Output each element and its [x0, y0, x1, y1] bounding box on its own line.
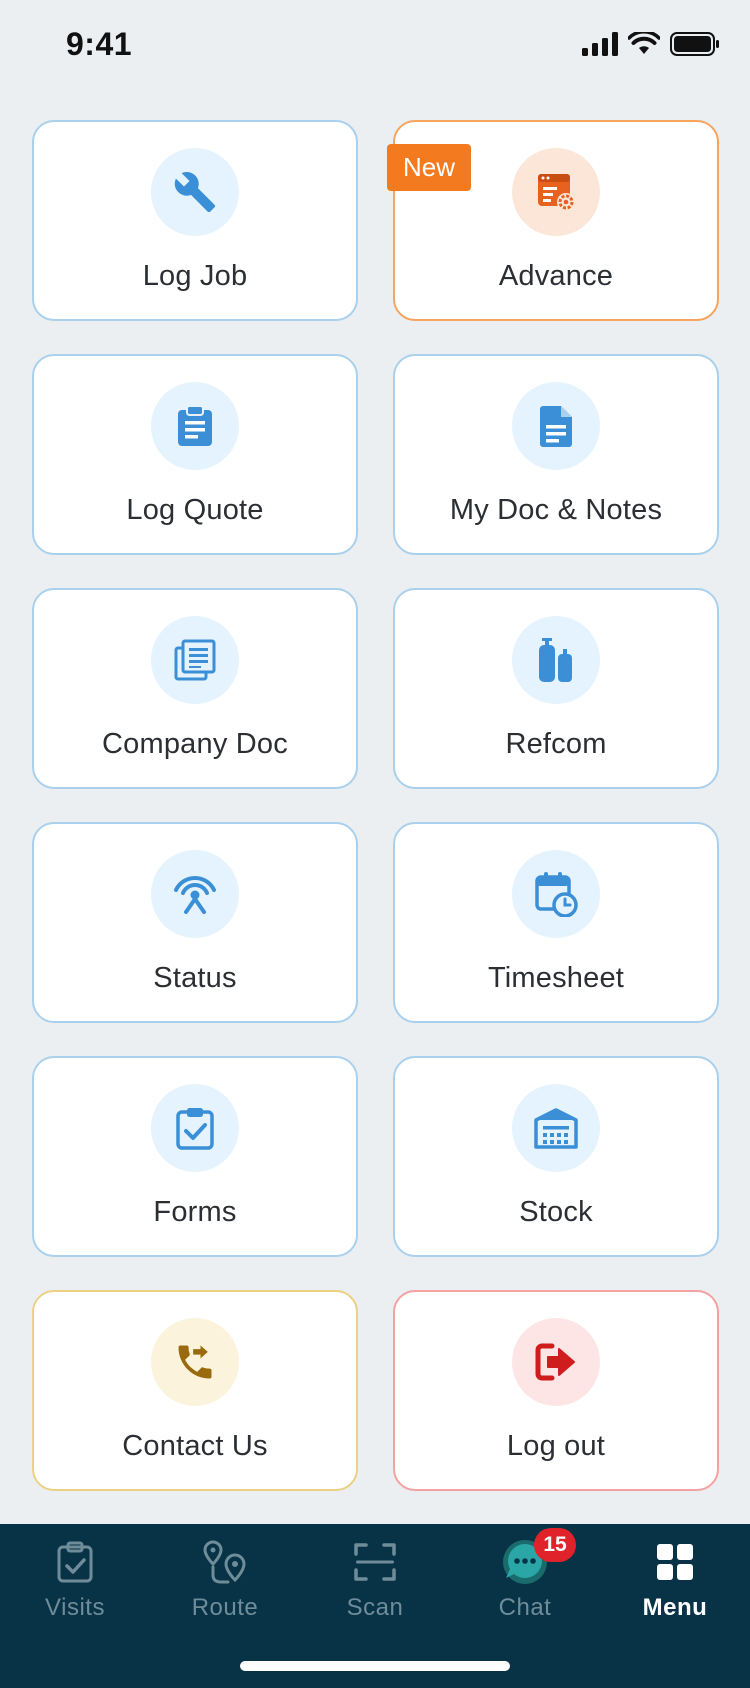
tile-forms[interactable]: Forms: [32, 1056, 358, 1257]
tile-label: Log Quote: [126, 494, 264, 526]
document-icon: [512, 382, 600, 470]
broadcast-icon: [151, 850, 239, 938]
grid-icon: [655, 1538, 695, 1586]
cellular-signal-icon: [582, 31, 618, 61]
settings-window-icon: [512, 148, 600, 236]
status-time: 9:41: [66, 26, 133, 62]
bottom-tab-bar: Visits Route Scan 15 Chat Menu: [0, 1524, 750, 1688]
tile-status[interactable]: Status: [32, 822, 358, 1023]
tab-scan[interactable]: Scan: [300, 1524, 450, 1634]
status-bar: 9:41: [0, 0, 750, 92]
clipboard-icon: [151, 382, 239, 470]
tile-stock[interactable]: Stock: [393, 1056, 719, 1257]
tile-refcom[interactable]: Refcom: [393, 588, 719, 789]
clipboard-check-icon: [55, 1538, 95, 1586]
scan-icon: [353, 1538, 397, 1586]
tile-label: Advance: [498, 260, 614, 292]
calendar-clock-icon: [512, 850, 600, 938]
tab-label: Scan: [346, 1594, 404, 1621]
tile-label: My Doc & Notes: [449, 494, 663, 526]
tab-visits[interactable]: Visits: [0, 1524, 150, 1634]
logout-icon: [512, 1318, 600, 1406]
tile-timesheet[interactable]: Timesheet: [393, 822, 719, 1023]
wifi-icon: [627, 29, 661, 61]
tile-advance[interactable]: New Advance: [387, 120, 719, 321]
tile-label: Log out: [506, 1430, 606, 1462]
warehouse-icon: [512, 1084, 600, 1172]
tab-label: Menu: [642, 1594, 708, 1621]
status-icons: [582, 29, 720, 61]
tile-contact-us[interactable]: Contact Us: [32, 1290, 358, 1491]
battery-icon: [670, 31, 720, 61]
tab-route[interactable]: Route: [150, 1524, 300, 1634]
chat-unread-badge: 15: [534, 1528, 576, 1562]
tile-label: Contact Us: [122, 1430, 268, 1462]
tile-my-doc-notes[interactable]: My Doc & Notes: [393, 354, 719, 555]
new-badge: New: [387, 144, 472, 191]
clipboard-check-icon: [151, 1084, 239, 1172]
tab-chat[interactable]: 15 Chat: [450, 1524, 600, 1634]
tile-label: Status: [153, 962, 237, 994]
newspaper-icon: [151, 616, 239, 704]
tile-company-doc[interactable]: Company Doc: [32, 588, 358, 789]
tile-label: Timesheet: [487, 962, 625, 994]
tile-label: Stock: [519, 1196, 593, 1228]
wrench-icon: [151, 148, 239, 236]
tile-label: Log Job: [142, 260, 248, 292]
tab-label: Visits: [45, 1594, 105, 1621]
tile-log-quote[interactable]: Log Quote: [32, 354, 358, 555]
tab-label: Route: [191, 1594, 259, 1621]
gas-cylinder-icon: [512, 616, 600, 704]
tile-log-job[interactable]: Log Job: [32, 120, 358, 321]
menu-grid: Log Job New Advance Log Quote My Doc & N…: [32, 120, 720, 1491]
phone-forward-icon: [151, 1318, 239, 1406]
tile-label: Company Doc: [102, 728, 288, 760]
tab-label: Chat: [498, 1594, 552, 1621]
tile-log-out[interactable]: Log out: [393, 1290, 719, 1491]
tile-label: Refcom: [505, 728, 607, 760]
home-indicator: [240, 1661, 510, 1671]
tile-label: Forms: [153, 1196, 237, 1228]
map-route-icon: [201, 1538, 249, 1586]
tab-menu[interactable]: Menu: [600, 1524, 750, 1634]
